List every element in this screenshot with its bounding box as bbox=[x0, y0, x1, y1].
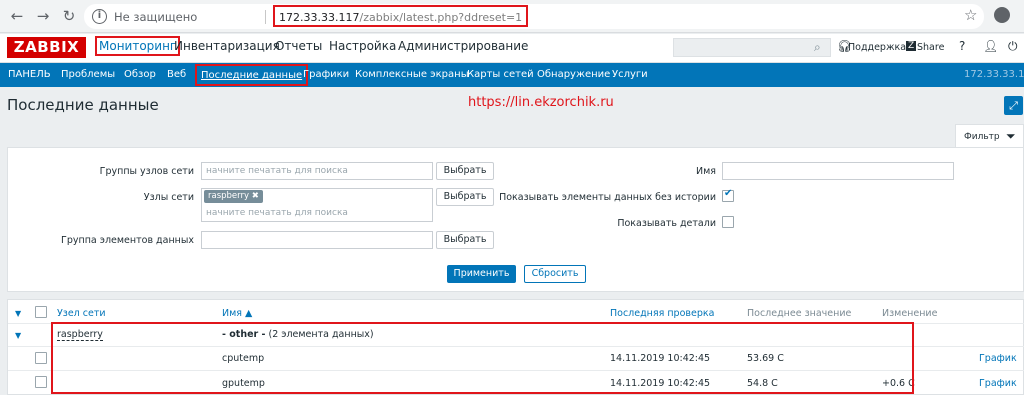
column-name[interactable]: Имя ▲ bbox=[222, 308, 252, 319]
filter-tab-label: Фильтр bbox=[964, 132, 1000, 142]
page-title: Последние данные bbox=[7, 96, 159, 114]
apply-button[interactable]: Применить bbox=[447, 265, 516, 283]
column-host[interactable]: Узел сети bbox=[57, 308, 106, 319]
menu-monitoring[interactable]: Мониторинг bbox=[95, 36, 181, 56]
graph-link[interactable]: График bbox=[979, 353, 1017, 364]
divider bbox=[265, 10, 266, 24]
show-without-history-checkbox[interactable] bbox=[722, 188, 734, 202]
watermark-text: https://lin.ekzorchik.ru bbox=[468, 95, 614, 110]
main-menu-bar: ZABBIX Мониторинг Инвентаризация Отчеты … bbox=[0, 34, 1024, 63]
graph-link[interactable]: График bbox=[979, 378, 1017, 389]
menu-configuration[interactable]: Настройка bbox=[329, 39, 396, 53]
sign-out-icon[interactable]: ⏻ bbox=[1008, 39, 1018, 54]
url-path: /zabbix/latest.php?ddreset=1 bbox=[359, 11, 523, 24]
forward-icon[interactable]: → bbox=[34, 7, 52, 25]
application-input[interactable] bbox=[201, 231, 433, 249]
host-groups-input[interactable]: начните печатать для поиска bbox=[201, 162, 433, 180]
host-groups-label: Группы узлов сети bbox=[99, 166, 194, 177]
url-text[interactable]: 172.33.33.117/zabbix/latest.php?ddreset=… bbox=[273, 5, 529, 27]
collapse-all-icon[interactable]: ▼ bbox=[15, 309, 21, 318]
fullscreen-icon[interactable]: ⤢ bbox=[1004, 96, 1023, 115]
application-select-button[interactable]: Выбрать bbox=[436, 231, 494, 249]
subnav-services[interactable]: Услуги bbox=[612, 69, 648, 80]
help-icon[interactable]: ? bbox=[959, 39, 965, 53]
show-details-label: Показывать детали bbox=[617, 218, 716, 229]
zabbix-logo[interactable]: ZABBIX bbox=[7, 37, 86, 58]
column-change: Изменение bbox=[882, 308, 938, 319]
back-icon[interactable]: ← bbox=[8, 7, 26, 25]
row-checkbox[interactable] bbox=[35, 376, 47, 388]
server-name: 172.33.33.117 bbox=[964, 69, 1024, 80]
hosts-placeholder: начните печатать для поиска bbox=[206, 208, 348, 218]
column-last-check[interactable]: Последняя проверка bbox=[610, 308, 714, 319]
host-chip-label: raspberry bbox=[208, 191, 250, 201]
filter-tab[interactable]: Фильтр ⏷ bbox=[955, 124, 1024, 148]
browser-toolbar: ← → ↻ i Не защищено 172.33.33.117/zabbix… bbox=[0, 0, 1024, 33]
subnav-screens[interactable]: Комплексные экраны bbox=[355, 69, 469, 80]
subnav-overview[interactable]: Обзор bbox=[124, 69, 156, 80]
collapse-group-icon[interactable]: ▼ bbox=[15, 331, 21, 340]
hosts-label: Узлы сети bbox=[143, 192, 194, 203]
account-icon[interactable] bbox=[994, 7, 1010, 23]
host-chip[interactable]: raspberry ✖ bbox=[204, 190, 263, 203]
host-groups-select-button[interactable]: Выбрать bbox=[436, 162, 494, 180]
column-last-value: Последнее значение bbox=[747, 308, 852, 319]
row-checkbox[interactable] bbox=[35, 352, 47, 364]
url-host: 172.33.33.117 bbox=[279, 11, 360, 24]
highlight-box bbox=[51, 322, 914, 394]
show-without-history-label: Показывать элементы данных без истории bbox=[499, 192, 716, 203]
insecure-label: Не защищено bbox=[114, 10, 198, 24]
host-groups-placeholder: начните печатать для поиска bbox=[206, 166, 348, 176]
share-link[interactable]: Share bbox=[917, 42, 944, 53]
user-icon[interactable]: 👤︎ bbox=[983, 39, 998, 53]
address-bar[interactable]: i Не защищено 172.33.33.117/zabbix/lates… bbox=[84, 4, 984, 29]
subnav-graphs[interactable]: Графики bbox=[303, 69, 349, 80]
reset-button[interactable]: Сбросить bbox=[524, 265, 586, 283]
bookmark-star-icon[interactable]: ☆ bbox=[964, 6, 977, 24]
show-details-checkbox[interactable] bbox=[722, 216, 734, 228]
subnav-problems[interactable]: Проблемы bbox=[61, 69, 115, 80]
remove-chip-icon[interactable]: ✖ bbox=[252, 191, 259, 201]
reload-icon[interactable]: ↻ bbox=[60, 7, 78, 25]
application-label: Группа элементов данных bbox=[61, 235, 194, 246]
subnav-dashboard[interactable]: ПАНЕЛЬ bbox=[8, 69, 51, 80]
subnav-discovery[interactable]: Обнаружение bbox=[537, 69, 610, 80]
sub-menu-bar: ПАНЕЛЬ Проблемы Обзор Веб Последние данн… bbox=[0, 63, 1024, 87]
name-label: Имя bbox=[696, 166, 716, 177]
share-icon[interactable]: Z bbox=[906, 41, 917, 51]
name-input[interactable] bbox=[722, 162, 954, 180]
hosts-select-button[interactable]: Выбрать bbox=[436, 188, 494, 206]
support-link[interactable]: Поддержка bbox=[848, 42, 906, 53]
subnav-latest-data[interactable]: Последние данные bbox=[195, 64, 309, 86]
menu-inventory[interactable]: Инвентаризация bbox=[174, 39, 280, 53]
funnel-icon: ⏷ bbox=[1006, 129, 1016, 143]
search-input[interactable] bbox=[673, 38, 831, 57]
subnav-web[interactable]: Веб bbox=[167, 69, 186, 80]
subnav-maps[interactable]: Карты сетей bbox=[467, 69, 534, 80]
search-icon[interactable]: ⌕ bbox=[814, 40, 821, 55]
select-all-checkbox[interactable] bbox=[35, 306, 47, 318]
menu-administration[interactable]: Администрирование bbox=[398, 39, 528, 53]
menu-reports[interactable]: Отчеты bbox=[275, 39, 322, 53]
info-icon[interactable]: i bbox=[92, 9, 107, 24]
